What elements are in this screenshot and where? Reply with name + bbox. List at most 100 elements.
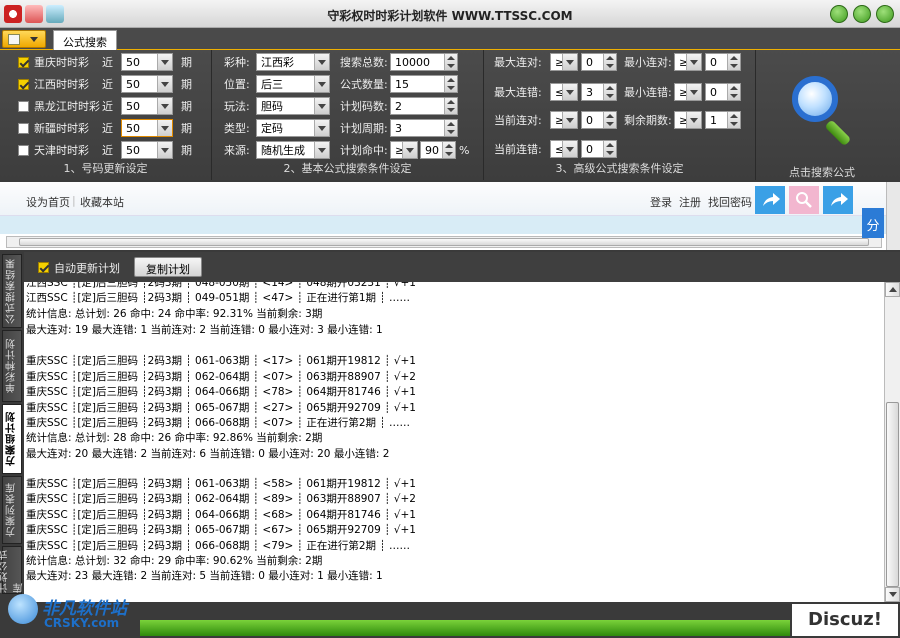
- period-label: 期: [181, 100, 192, 113]
- plan-line: 重庆SSC ┊[定]后三胆码 ┊2码3期 ┊ 062-064期 ┊ <07> ┊…: [26, 371, 416, 383]
- plan-hit-stepper[interactable]: 90: [420, 141, 456, 159]
- remaining-operator-select[interactable]: ≥: [674, 111, 702, 129]
- search-icon[interactable]: [789, 186, 819, 214]
- min-consec-hit-label: 最小连对:: [624, 56, 672, 69]
- scroll-thumb[interactable]: [886, 402, 899, 587]
- stepper-value: 0: [710, 85, 717, 99]
- lottery-checkbox[interactable]: [18, 78, 29, 90]
- plan-line: 重庆SSC ┊[定]后三胆码 ┊2码3期 ┊ 065-067期 ┊ <67> ┊…: [26, 524, 416, 536]
- lottery-checkbox[interactable]: [18, 100, 29, 112]
- periods-value: 50: [126, 99, 140, 113]
- magnifier-handle: [824, 119, 852, 147]
- source-select[interactable]: 随机生成: [256, 141, 330, 159]
- advanced-conditions-section: 最大连对: ≥ 0 最小连对: ≥ 0 最大连错: ≤ 3 最小连错: ≥ 0 …: [484, 50, 756, 180]
- nav-tab-search-results[interactable]: 公式搜索结果: [2, 254, 22, 328]
- min-consec-hit-stepper[interactable]: 0: [705, 53, 741, 71]
- max-consec-miss-label: 最大连错:: [494, 86, 542, 99]
- periods-select[interactable]: 50: [121, 53, 173, 71]
- scroll-thumb[interactable]: [19, 238, 869, 246]
- plan-codes-stepper[interactable]: 2: [390, 97, 458, 115]
- register-link[interactable]: 注册: [679, 194, 701, 210]
- maximize-button[interactable]: [853, 5, 871, 23]
- plan-line: 统计信息: 总计划: 32 命中: 29 命中率: 90.62% 当前剩余: 2…: [26, 555, 323, 567]
- remaining-stepper[interactable]: 1: [705, 111, 741, 129]
- app-menu-button[interactable]: [2, 30, 46, 48]
- plan-period-stepper[interactable]: 3: [390, 119, 458, 137]
- title-bar: 守彩权时时彩计划软件 WWW.TTSSC.COM: [0, 0, 900, 28]
- periods-select[interactable]: 50: [121, 75, 173, 93]
- plan-line: 江西SSC ┊[定]后三胆码 ┊2码3期 ┊ 048-050期 ┊ <14> ┊…: [26, 282, 416, 289]
- vertical-scrollbar[interactable]: [884, 282, 900, 602]
- cur-consec-hit-stepper[interactable]: 0: [581, 111, 617, 129]
- formula-count-stepper[interactable]: 15: [390, 75, 458, 93]
- lottery-checkbox[interactable]: [18, 144, 29, 156]
- type-select[interactable]: 定码: [256, 119, 330, 137]
- plan-line: 最大连对: 19 最大连错: 1 当前连对: 2 当前连错: 0 最小连对: 3…: [26, 324, 383, 336]
- close-button[interactable]: [876, 5, 894, 23]
- plan-hit-operator: ≥: [395, 143, 405, 157]
- chevron-down-icon: [30, 37, 38, 42]
- left-vertical-nav: 公式搜索结果 单彩种计划 方案组计划 方案列表库 计划公式库: [0, 252, 25, 638]
- web-vertical-scrollbar[interactable]: [886, 182, 900, 250]
- lottery-type-select[interactable]: 江西彩: [256, 53, 330, 71]
- lottery-name: 重庆时时彩: [34, 56, 89, 69]
- login-link[interactable]: 登录: [650, 194, 672, 210]
- plan-line: 重庆SSC ┊[定]后三胆码 ┊2码3期 ┊ 066-068期 ┊ <07> ┊…: [26, 417, 411, 429]
- search-total-stepper[interactable]: 10000: [390, 53, 458, 71]
- lottery-row: 黑龙江时时彩 近 50 期: [18, 97, 192, 115]
- plan-hit-row: 计划命中: ≥ 90 %: [340, 141, 469, 159]
- search-button[interactable]: [788, 74, 858, 158]
- min-consec-miss-stepper[interactable]: 0: [705, 83, 741, 101]
- plan-line: 最大连对: 23 最大连错: 2 当前连对: 5 当前连错: 0 最小连对: 1…: [26, 570, 383, 582]
- position-select[interactable]: 后三: [256, 75, 330, 93]
- plan-output[interactable]: 江西SSC ┊[定]后三胆码 ┊2码3期 ┊ 048-050期 ┊ <14> ┊…: [24, 282, 884, 602]
- plan-line: 统计信息: 总计划: 28 命中: 26 命中率: 92.86% 当前剩余: 2…: [26, 432, 323, 444]
- forward-arrow-icon[interactable]: [823, 186, 853, 214]
- share-arrow-icon[interactable]: [755, 186, 785, 214]
- stepper-value: 1: [710, 113, 717, 127]
- min-consec-miss-operator-select[interactable]: ≥: [674, 83, 702, 101]
- web-band: [0, 216, 886, 234]
- nav-tab-single-plan[interactable]: 单彩种计划: [2, 330, 22, 402]
- scroll-up-button[interactable]: [885, 282, 900, 297]
- scroll-down-button[interactable]: [885, 587, 900, 602]
- lottery-checkbox[interactable]: [18, 122, 29, 134]
- max-consec-miss-operator-select[interactable]: ≤: [550, 83, 578, 101]
- min-consec-hit-operator-select[interactable]: ≥: [674, 53, 702, 71]
- forgot-password-link[interactable]: 找回密码: [708, 194, 752, 210]
- nav-tab-plan-list[interactable]: 方案列表库: [2, 476, 22, 544]
- lottery-checkbox[interactable]: [18, 56, 29, 68]
- copy-plan-button[interactable]: 复制计划: [134, 257, 202, 277]
- window-title: 守彩权时时彩计划软件 WWW.TTSSC.COM: [327, 9, 573, 23]
- periods-select[interactable]: 50: [121, 119, 173, 137]
- auto-update-checkbox[interactable]: [38, 262, 49, 273]
- cur-consec-miss-stepper[interactable]: 0: [581, 140, 617, 158]
- plan-hit-operator-select[interactable]: ≥: [390, 141, 418, 159]
- link-divider: |: [72, 194, 76, 207]
- near-label: 近: [102, 122, 113, 135]
- set-home-link[interactable]: 设为首页: [26, 194, 70, 210]
- cur-consec-hit-operator-select[interactable]: ≥: [550, 111, 578, 129]
- periods-value: 50: [126, 77, 140, 91]
- cur-consec-miss-operator-select[interactable]: ≤: [550, 140, 578, 158]
- periods-select[interactable]: 50: [121, 141, 173, 159]
- periods-value: 50: [126, 55, 140, 69]
- plan-line: 重庆SSC ┊[定]后三胆码 ┊2码3期 ┊ 062-064期 ┊ <89> ┊…: [26, 493, 416, 505]
- max-consec-hit-stepper[interactable]: 0: [581, 53, 617, 71]
- search-total-value: 10000: [395, 55, 430, 69]
- period-label: 期: [181, 78, 192, 91]
- periods-select[interactable]: 50: [121, 97, 173, 115]
- percent-unit: %: [459, 143, 470, 157]
- bookmark-link[interactable]: 收藏本站: [80, 194, 124, 210]
- max-consec-miss-stepper[interactable]: 3: [581, 83, 617, 101]
- tab-formula-search[interactable]: 公式搜索: [53, 30, 117, 50]
- minimize-button[interactable]: [830, 5, 848, 23]
- horizontal-scrollbar[interactable]: [6, 236, 882, 248]
- play-select[interactable]: 胆码: [256, 97, 330, 115]
- nav-tab-group-plan[interactable]: 方案组计划: [2, 404, 22, 474]
- side-tab[interactable]: 分: [862, 208, 884, 238]
- max-consec-hit-operator-select[interactable]: ≥: [550, 53, 578, 71]
- max-consec-hit-label: 最大连对:: [494, 56, 542, 69]
- lottery-name: 黑龙江时时彩: [34, 100, 100, 113]
- plan-hit-label: 计划命中:: [340, 144, 388, 157]
